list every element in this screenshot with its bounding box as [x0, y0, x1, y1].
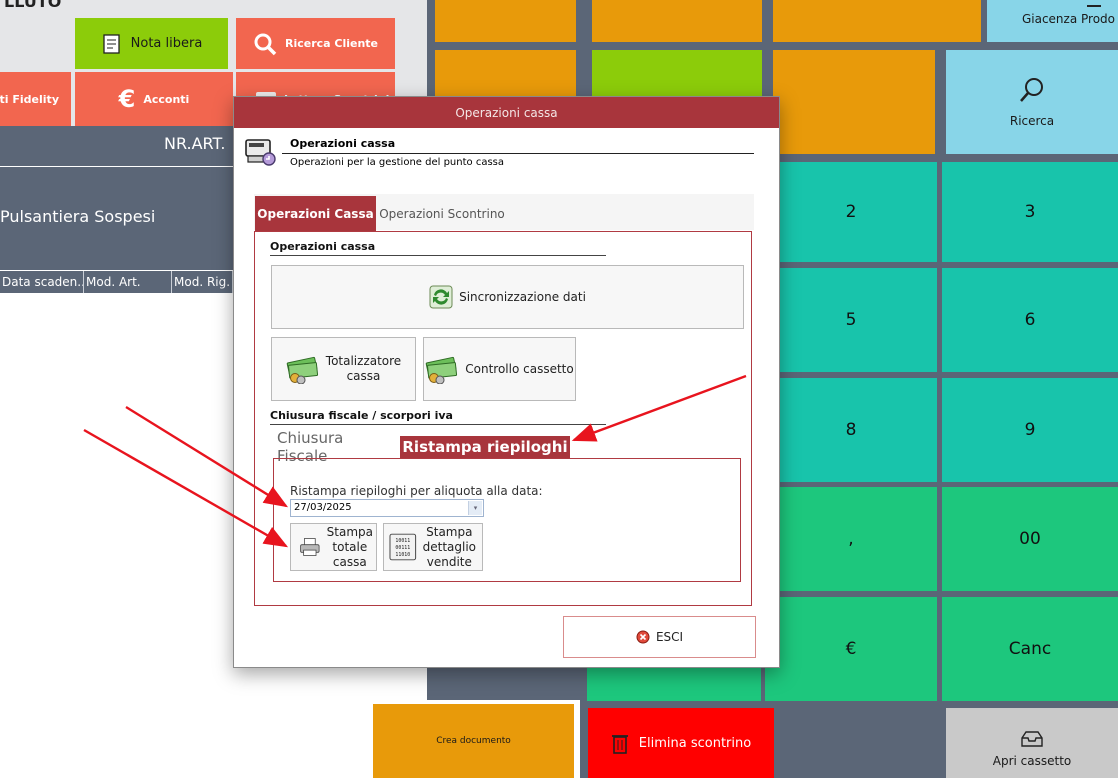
arrow-to-date-field: [125, 405, 289, 508]
arrow-to-ristampa-tab: [571, 374, 747, 442]
annotation-arrows: [83, 374, 747, 548]
